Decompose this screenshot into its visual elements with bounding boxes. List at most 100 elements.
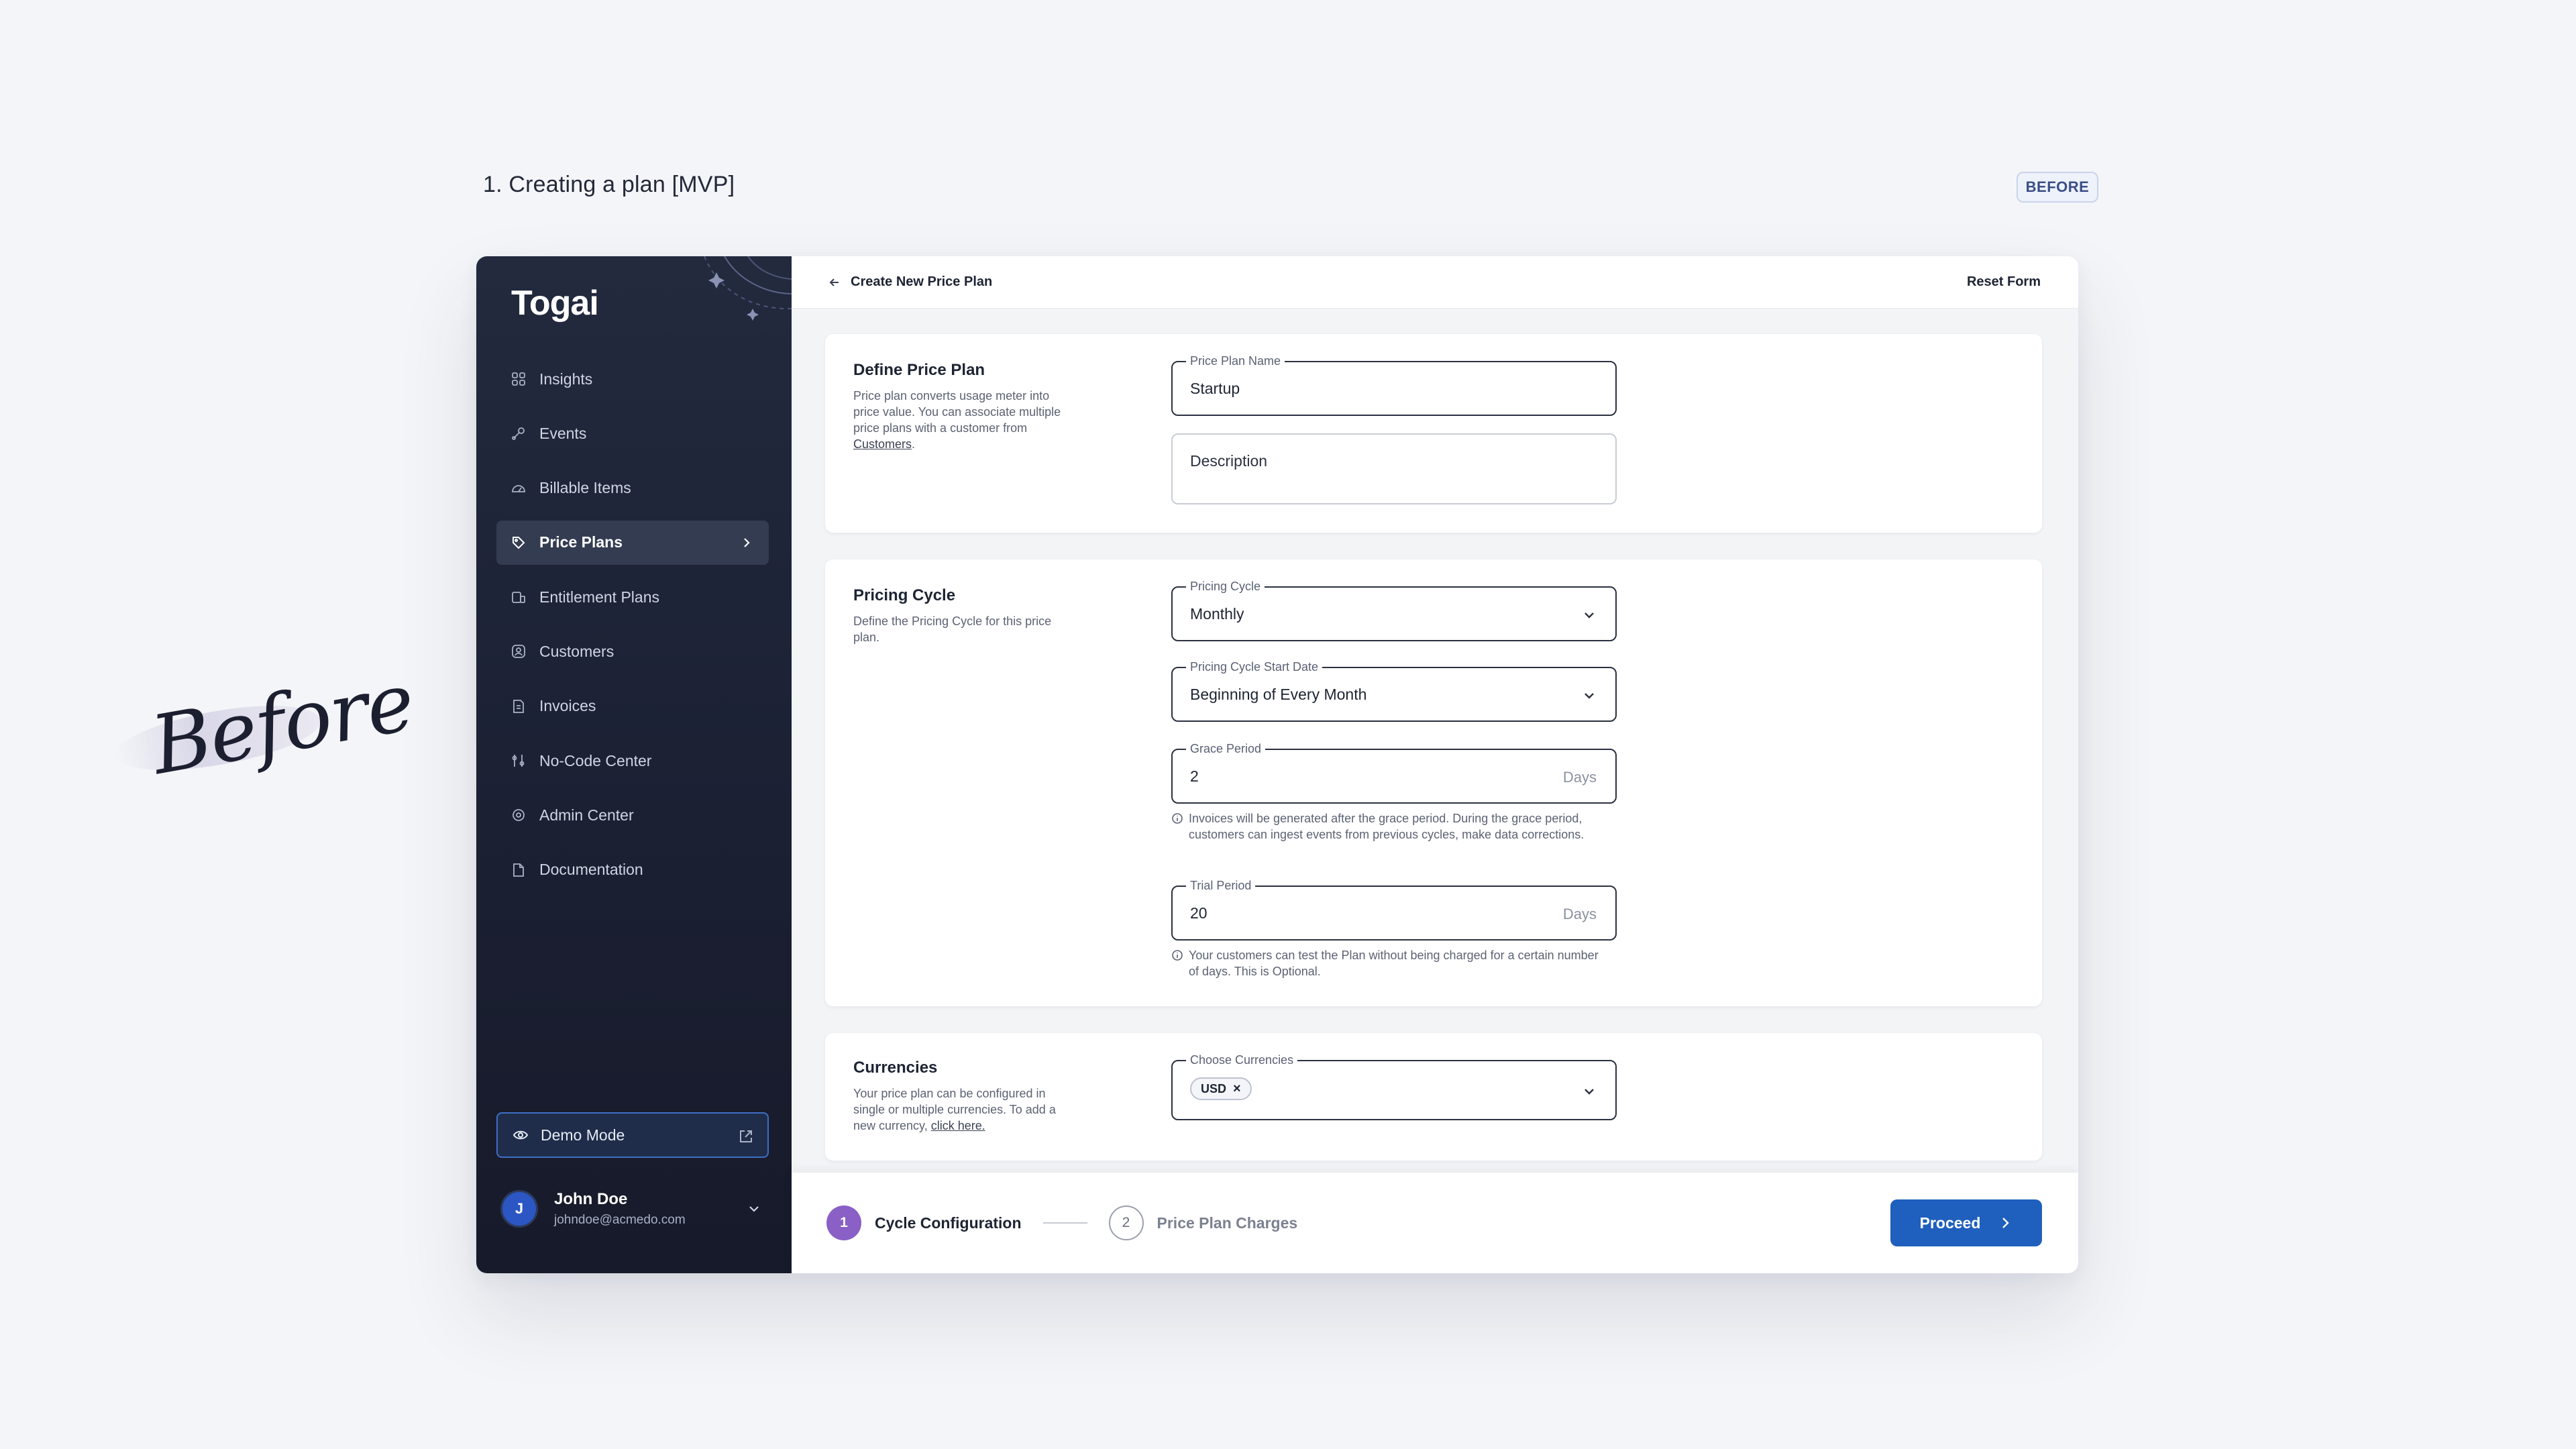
field-label: Pricing Cycle	[1186, 578, 1265, 594]
chevron-right-icon	[1998, 1216, 2012, 1230]
user-name: John Doe	[554, 1190, 628, 1208]
choose-currencies-select[interactable]: Choose Currencies USD ×	[1171, 1052, 1617, 1120]
currencies-card: Currencies Your price plan can be config…	[825, 1033, 2042, 1161]
step-number: 1	[826, 1205, 861, 1240]
step-label: Cycle Configuration	[875, 1214, 1022, 1232]
sidebar-item-insights[interactable]: Insights	[496, 357, 769, 401]
customers-link[interactable]: Customers	[853, 437, 912, 451]
step-price-plan-charges[interactable]: 2 Price Plan Charges	[1108, 1205, 1298, 1240]
field-placeholder: Description	[1190, 452, 1268, 470]
card-title: Pricing Cycle	[853, 586, 956, 604]
page-heading: 1. Creating a plan [MVP]	[483, 172, 735, 197]
main-content: Create New Price Plan Reset Form Define …	[792, 256, 2078, 1273]
sidebar-item-entitlement-plans[interactable]: Entitlement Plans	[496, 575, 769, 619]
grace-period-hint: Invoices will be generated after the gra…	[1171, 810, 1601, 843]
field-unit: Days	[1562, 769, 1597, 786]
back-arrow-icon[interactable]	[828, 276, 841, 289]
step-label: Price Plan Charges	[1157, 1214, 1298, 1232]
pricing-cycle-start-date-select[interactable]: Pricing Cycle Start Date Beginning of Ev…	[1171, 659, 1617, 722]
sidebar-item-admin-center[interactable]: Admin Center	[496, 793, 769, 837]
card-header: Pricing Cycle Define the Pricing Cycle f…	[853, 586, 1075, 645]
sidebar-item-label: Price Plans	[539, 533, 623, 551]
sidebar-item-events[interactable]: Events	[496, 411, 769, 455]
reset-form-button[interactable]: Reset Form	[1967, 274, 2041, 290]
sidebar-item-customers[interactable]: Customers	[496, 629, 769, 674]
card-description: Price plan converts usage meter into pri…	[853, 388, 1075, 452]
field-label: Pricing Cycle Start Date	[1186, 659, 1323, 675]
chevron-down-icon	[1585, 693, 1594, 699]
chevron-down-icon	[1585, 1089, 1594, 1095]
proceed-label: Proceed	[1919, 1214, 1981, 1232]
field-label: Trial Period	[1186, 877, 1256, 894]
sidebar-item-label: Documentation	[539, 861, 643, 879]
grid-icon	[511, 372, 526, 386]
chip-label: USD	[1201, 1081, 1227, 1095]
demo-mode-button[interactable]: Demo Mode	[496, 1112, 769, 1158]
sidebar-item-billable-items[interactable]: Billable Items	[496, 466, 769, 511]
grace-period-input[interactable]: Grace Period 2 Days	[1171, 741, 1617, 804]
card-header: Define Price Plan Price plan converts us…	[853, 361, 1075, 452]
togai-logo[interactable]: Togai	[511, 283, 599, 323]
sidebar-item-label: Events	[539, 424, 587, 442]
desc-text: Price plan converts usage meter into pri…	[853, 389, 1061, 435]
sidebar-item-label: Customers	[539, 642, 614, 660]
sidebar-item-no-code-center[interactable]: No-Code Center	[496, 739, 769, 783]
sidebar-item-label: Invoices	[539, 697, 596, 715]
card-title: Define Price Plan	[853, 361, 985, 379]
field-value: Startup	[1190, 380, 1240, 397]
price-plan-name-field[interactable]: Price Plan Name Startup	[1171, 353, 1617, 416]
sidebar-item-label: Billable Items	[539, 479, 631, 497]
pricing-cycle-select[interactable]: Pricing Cycle Monthly	[1171, 578, 1617, 641]
hint-text: Your customers can test the Plan without…	[1189, 949, 1599, 978]
wizard-footer: 1 Cycle Configuration 2 Price Plan Charg…	[792, 1173, 2078, 1273]
before-badge: BEFORE	[2017, 172, 2098, 203]
invoice-icon	[511, 699, 526, 714]
card-header: Currencies Your price plan can be config…	[853, 1059, 1075, 1134]
step-cycle-configuration[interactable]: 1 Cycle Configuration	[826, 1205, 1022, 1240]
entitlement-icon	[511, 590, 526, 604]
info-icon	[1172, 950, 1183, 961]
chevron-right-icon	[744, 538, 750, 547]
document-icon	[511, 863, 526, 877]
user-email: johndoe@acmedo.com	[554, 1213, 686, 1227]
field-value: 2	[1190, 767, 1199, 785]
field-label: Price Plan Name	[1186, 353, 1285, 369]
admin-icon	[511, 808, 526, 822]
card-description: Your price plan can be configured in sin…	[853, 1085, 1075, 1134]
add-currency-link[interactable]: click here.	[931, 1119, 985, 1132]
info-icon	[1172, 813, 1183, 824]
step-divider	[1042, 1222, 1087, 1224]
user-info: John Doe johndoe@acmedo.com	[554, 1190, 686, 1228]
meter-icon	[511, 481, 526, 496]
close-icon[interactable]: ×	[1233, 1081, 1241, 1097]
eye-icon	[513, 1127, 529, 1143]
user-menu[interactable]: J John Doe johndoe@acmedo.com	[496, 1182, 769, 1236]
field-value: 20	[1190, 904, 1208, 922]
chevron-down-icon	[1585, 612, 1594, 619]
desc-text-end: .	[912, 437, 916, 451]
sidebar-item-invoices[interactable]: Invoices	[496, 684, 769, 729]
sidebar-item-label: Admin Center	[539, 806, 634, 824]
customers-icon	[511, 644, 526, 659]
trial-period-input[interactable]: Trial Period 20 Days	[1171, 877, 1617, 941]
currency-chip-usd[interactable]: USD ×	[1190, 1077, 1252, 1100]
description-field[interactable]: Description	[1171, 433, 1617, 504]
sidebar-nav: Insights Events Billable Items Price Pla…	[496, 357, 769, 902]
field-label: Choose Currencies	[1186, 1052, 1298, 1068]
sidebar-item-price-plans[interactable]: Price Plans	[496, 520, 769, 565]
external-link-icon	[740, 1130, 752, 1142]
sidebar: Togai Insights Events Billable Items Pri…	[476, 256, 792, 1273]
define-price-plan-card: Define Price Plan Price plan converts us…	[825, 334, 2042, 533]
hint-text: Invoices will be generated after the gra…	[1189, 812, 1585, 841]
pricing-cycle-card: Pricing Cycle Define the Pricing Cycle f…	[825, 559, 2042, 1006]
page-title: Create New Price Plan	[851, 274, 993, 289]
trial-period-hint: Your customers can test the Plan without…	[1171, 947, 1601, 979]
field-value: Monthly	[1190, 605, 1244, 623]
proceed-button[interactable]: Proceed	[1890, 1199, 2042, 1246]
sidebar-item-label: Entitlement Plans	[539, 588, 659, 606]
sidebar-item-documentation[interactable]: Documentation	[496, 848, 769, 892]
step-number: 2	[1108, 1205, 1144, 1240]
chevron-down-icon	[749, 1206, 759, 1212]
event-icon	[511, 426, 526, 441]
tag-icon	[511, 535, 526, 550]
